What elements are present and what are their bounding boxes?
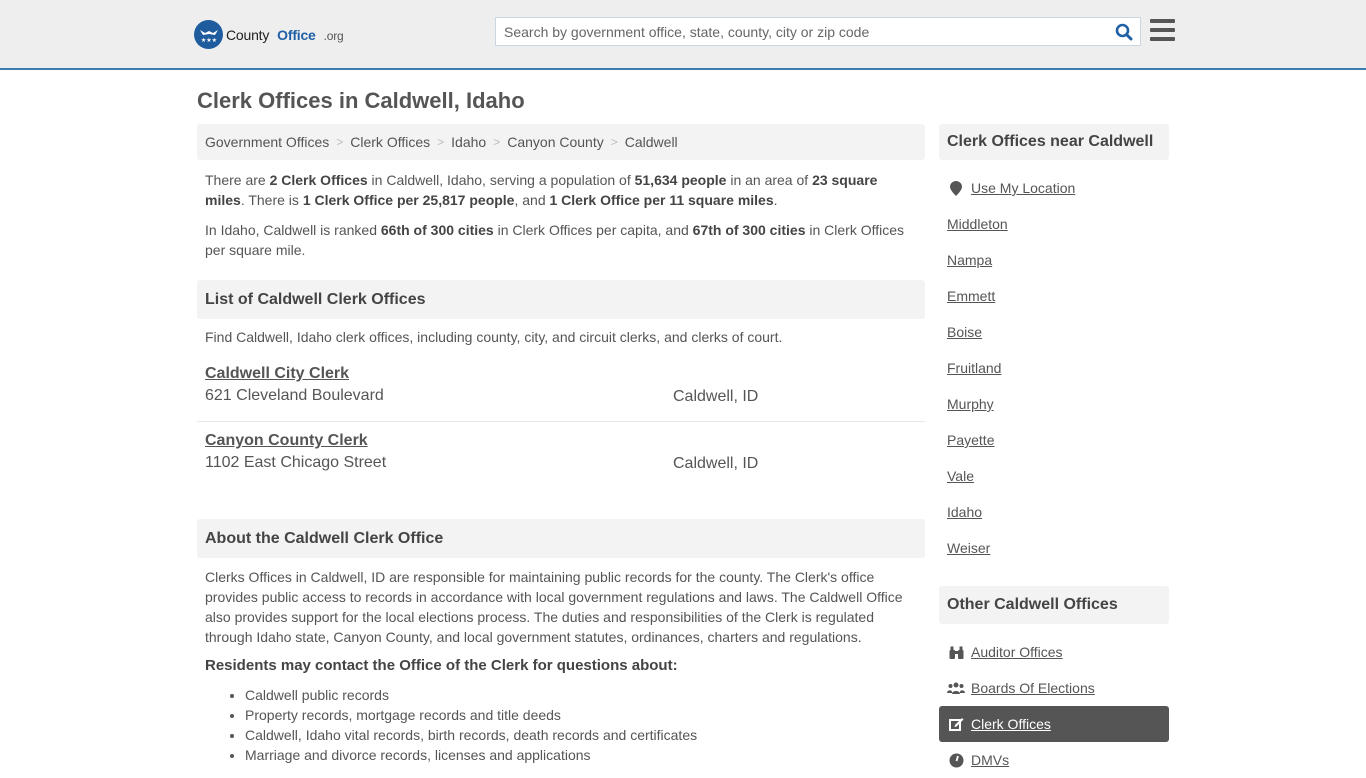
summary-paragraph: There are 2 Clerk Offices in Caldwell, I… — [205, 172, 878, 208]
breadcrumb-separator: > — [336, 135, 344, 149]
breadcrumb-clerk-offices[interactable]: Clerk Offices — [350, 134, 430, 150]
menu-bar — [1150, 19, 1175, 23]
edit-icon — [947, 717, 965, 731]
nearby-city-link[interactable]: Boise — [947, 324, 982, 340]
nearby-item: Boise — [939, 314, 1169, 350]
about-paragraph: Clerks Offices in Caldwell, ID are respo… — [205, 569, 903, 645]
topic-item: Marriage and divorce records, licenses a… — [245, 745, 925, 765]
nearby-city-link[interactable]: Nampa — [947, 252, 992, 268]
office-list-item: Caldwell City Clerk 621 Cleveland Boulev… — [197, 365, 925, 422]
other-offices-list: Auditor Offices Boards Of Elections Cler… — [939, 634, 1169, 778]
search-bar — [495, 17, 1141, 46]
main-content: Government Offices > Clerk Offices > Ida… — [197, 124, 925, 765]
breadcrumb-separator: > — [437, 135, 445, 149]
breadcrumb-government-offices[interactable]: Government Offices — [205, 134, 329, 150]
other-office-item: Boards Of Elections — [939, 670, 1169, 706]
use-my-location-item: Use My Location — [939, 170, 1169, 206]
site-logo[interactable]: ★★★ County Office .org — [194, 20, 344, 49]
office-list-item: Canyon County Clerk 1102 East Chicago St… — [197, 432, 925, 487]
nearby-item: Weiser — [939, 530, 1169, 566]
nearby-city-link[interactable]: Murphy — [947, 396, 994, 412]
nearby-item: Murphy — [939, 386, 1169, 422]
topic-item: Caldwell, Idaho vital records, birth rec… — [245, 725, 925, 745]
about-heading: About the Caldwell Clerk Office — [197, 519, 925, 558]
hamburger-menu-button[interactable] — [1150, 19, 1175, 41]
nearby-city-link[interactable]: Weiser — [947, 540, 990, 556]
other-office-item: DMVs — [939, 742, 1169, 778]
nearby-item: Nampa — [939, 242, 1169, 278]
office-name-link[interactable]: Canyon County Clerk — [205, 432, 368, 449]
office-address: 621 Cleveland Boulevard — [205, 387, 384, 404]
ranking-paragraph: In Idaho, Caldwell is ranked 66th of 300… — [205, 222, 905, 258]
nearby-item: Idaho — [939, 494, 1169, 530]
office-address: 1102 East Chicago Street — [205, 454, 387, 471]
nearby-city-link[interactable]: Vale — [947, 468, 974, 484]
breadcrumb-separator: > — [493, 135, 501, 149]
search-input[interactable] — [496, 18, 1108, 45]
nearby-city-link[interactable]: Fruitland — [947, 360, 1001, 376]
nearby-city-link[interactable]: Idaho — [947, 504, 982, 520]
logo-wordmark: County Office .org — [226, 26, 344, 43]
list-intro: Find Caldwell, Idaho clerk offices, incl… — [205, 329, 783, 345]
other-office-link[interactable]: DMVs — [971, 752, 1009, 768]
site-header: ★★★ County Office .org — [0, 0, 1366, 70]
menu-bar — [1150, 28, 1175, 32]
other-office-link[interactable]: Auditor Offices — [971, 644, 1063, 660]
other-office-item: Auditor Offices — [939, 634, 1169, 670]
office-name-link[interactable]: Caldwell City Clerk — [205, 365, 349, 382]
menu-bar — [1150, 37, 1175, 41]
nearby-heading: Clerk Offices near Caldwell — [939, 124, 1169, 160]
dashboard-icon — [947, 753, 965, 768]
other-office-link[interactable]: Clerk Offices — [971, 716, 1051, 732]
office-city: Caldwell, ID — [673, 388, 759, 405]
residents-heading: Residents may contact the Office of the … — [205, 657, 678, 674]
nearby-item: Middleton — [939, 206, 1169, 242]
page-title: Clerk Offices in Caldwell, Idaho — [197, 88, 525, 113]
breadcrumb-idaho[interactable]: Idaho — [451, 134, 486, 150]
other-office-item-active: Clerk Offices — [939, 706, 1169, 742]
nearby-item: Vale — [939, 458, 1169, 494]
breadcrumb-separator: > — [610, 135, 618, 149]
office-city: Caldwell, ID — [673, 455, 759, 472]
breadcrumb-caldwell[interactable]: Caldwell — [625, 134, 678, 150]
search-icon — [1115, 23, 1133, 40]
svg-text:★★★: ★★★ — [200, 37, 216, 44]
breadcrumb: Government Offices > Clerk Offices > Ida… — [197, 124, 925, 160]
search-button[interactable] — [1108, 18, 1140, 45]
breadcrumb-canyon-county[interactable]: Canyon County — [507, 134, 604, 150]
nearby-list: Use My Location Middleton Nampa Emmett B… — [939, 170, 1169, 566]
residents-topics-list: Caldwell public records Property records… — [197, 685, 925, 765]
topic-item: Property records, mortgage records and t… — [245, 705, 925, 725]
nearby-city-link[interactable]: Payette — [947, 432, 994, 448]
map-marker-icon — [947, 180, 965, 196]
nearby-city-link[interactable]: Emmett — [947, 288, 995, 304]
use-my-location-link[interactable]: Use My Location — [971, 180, 1075, 196]
users-icon — [947, 682, 965, 694]
sidebar: Clerk Offices near Caldwell Use My Locat… — [939, 124, 1169, 778]
nearby-item: Payette — [939, 422, 1169, 458]
nearby-city-link[interactable]: Middleton — [947, 216, 1008, 232]
topic-item: Caldwell public records — [245, 685, 925, 705]
nearby-item: Emmett — [939, 278, 1169, 314]
binoculars-icon — [947, 646, 965, 659]
list-heading: List of Caldwell Clerk Offices — [197, 280, 925, 319]
nearby-item: Fruitland — [939, 350, 1169, 386]
eagle-logo-icon: ★★★ — [194, 20, 223, 49]
other-offices-heading: Other Caldwell Offices — [939, 586, 1169, 624]
other-office-link[interactable]: Boards Of Elections — [971, 680, 1095, 696]
